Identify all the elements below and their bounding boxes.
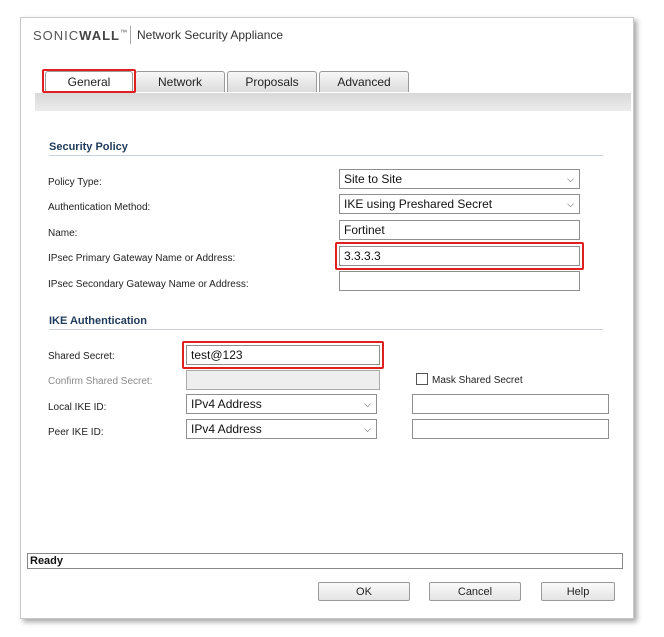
logo-thin: SONIC <box>33 28 80 43</box>
header-divider <box>130 26 131 44</box>
policy-type-select[interactable]: Site to Site ⌵ <box>339 169 580 189</box>
primary-gateway-label: IPsec Primary Gateway Name or Address: <box>48 253 236 264</box>
sonicwall-logo: SONICWALL™ <box>33 28 128 43</box>
peer-ike-id-input[interactable] <box>412 419 609 439</box>
chevron-down-icon: ⌵ <box>567 199 574 209</box>
section-security-policy: Security Policy <box>49 141 603 156</box>
help-button[interactable]: Help <box>541 582 615 601</box>
cancel-button[interactable]: Cancel <box>429 582 521 601</box>
chevron-down-icon: ⌵ <box>567 174 574 184</box>
local-ike-id-input[interactable] <box>412 394 609 414</box>
peer-ike-id-type: IPv4 Address <box>191 422 262 436</box>
peer-ike-id-label: Peer IKE ID: <box>48 427 104 438</box>
auth-method-value: IKE using Preshared Secret <box>344 197 493 211</box>
logo-bold: WALL <box>79 28 120 43</box>
highlight-primary-gateway <box>335 242 584 270</box>
highlight-shared-secret <box>182 341 384 369</box>
logo-trademark: ™ <box>120 29 128 37</box>
mask-secret-label: Mask Shared Secret <box>432 375 523 386</box>
secondary-gateway-label: IPsec Secondary Gateway Name or Address: <box>48 279 249 290</box>
policy-type-label: Policy Type: <box>48 177 102 188</box>
local-ike-id-label: Local IKE ID: <box>48 402 107 413</box>
local-ike-id-select[interactable]: IPv4 Address ⌵ <box>186 394 377 414</box>
secondary-gateway-input[interactable] <box>339 271 580 291</box>
policy-type-value: Site to Site <box>344 172 403 186</box>
name-label: Name: <box>48 228 78 239</box>
chevron-down-icon: ⌵ <box>364 399 371 409</box>
vpn-policy-dialog: SONICWALL™ Network Security Appliance Ge… <box>20 17 634 619</box>
local-ike-id-type: IPv4 Address <box>191 397 262 411</box>
auth-method-label: Authentication Method: <box>48 202 151 213</box>
tab-advanced[interactable]: Advanced <box>319 71 409 92</box>
mask-secret-checkbox[interactable] <box>416 373 428 385</box>
name-input[interactable]: Fortinet <box>339 220 580 240</box>
tab-network[interactable]: Network <box>135 71 225 92</box>
confirm-secret-input[interactable] <box>186 370 380 390</box>
tab-bar <box>35 93 631 111</box>
highlight-general-tab <box>42 69 136 93</box>
tab-proposals[interactable]: Proposals <box>227 71 317 92</box>
section-ike-authentication: IKE Authentication <box>49 315 603 330</box>
auth-method-select[interactable]: IKE using Preshared Secret ⌵ <box>339 194 580 214</box>
app-title: Network Security Appliance <box>137 28 284 42</box>
chevron-down-icon: ⌵ <box>364 424 371 434</box>
status-bar: Ready <box>27 553 623 569</box>
peer-ike-id-select[interactable]: IPv4 Address ⌵ <box>186 419 377 439</box>
confirm-secret-label: Confirm Shared Secret: <box>48 376 153 387</box>
shared-secret-label: Shared Secret: <box>48 351 115 362</box>
ok-button[interactable]: OK <box>318 582 410 601</box>
